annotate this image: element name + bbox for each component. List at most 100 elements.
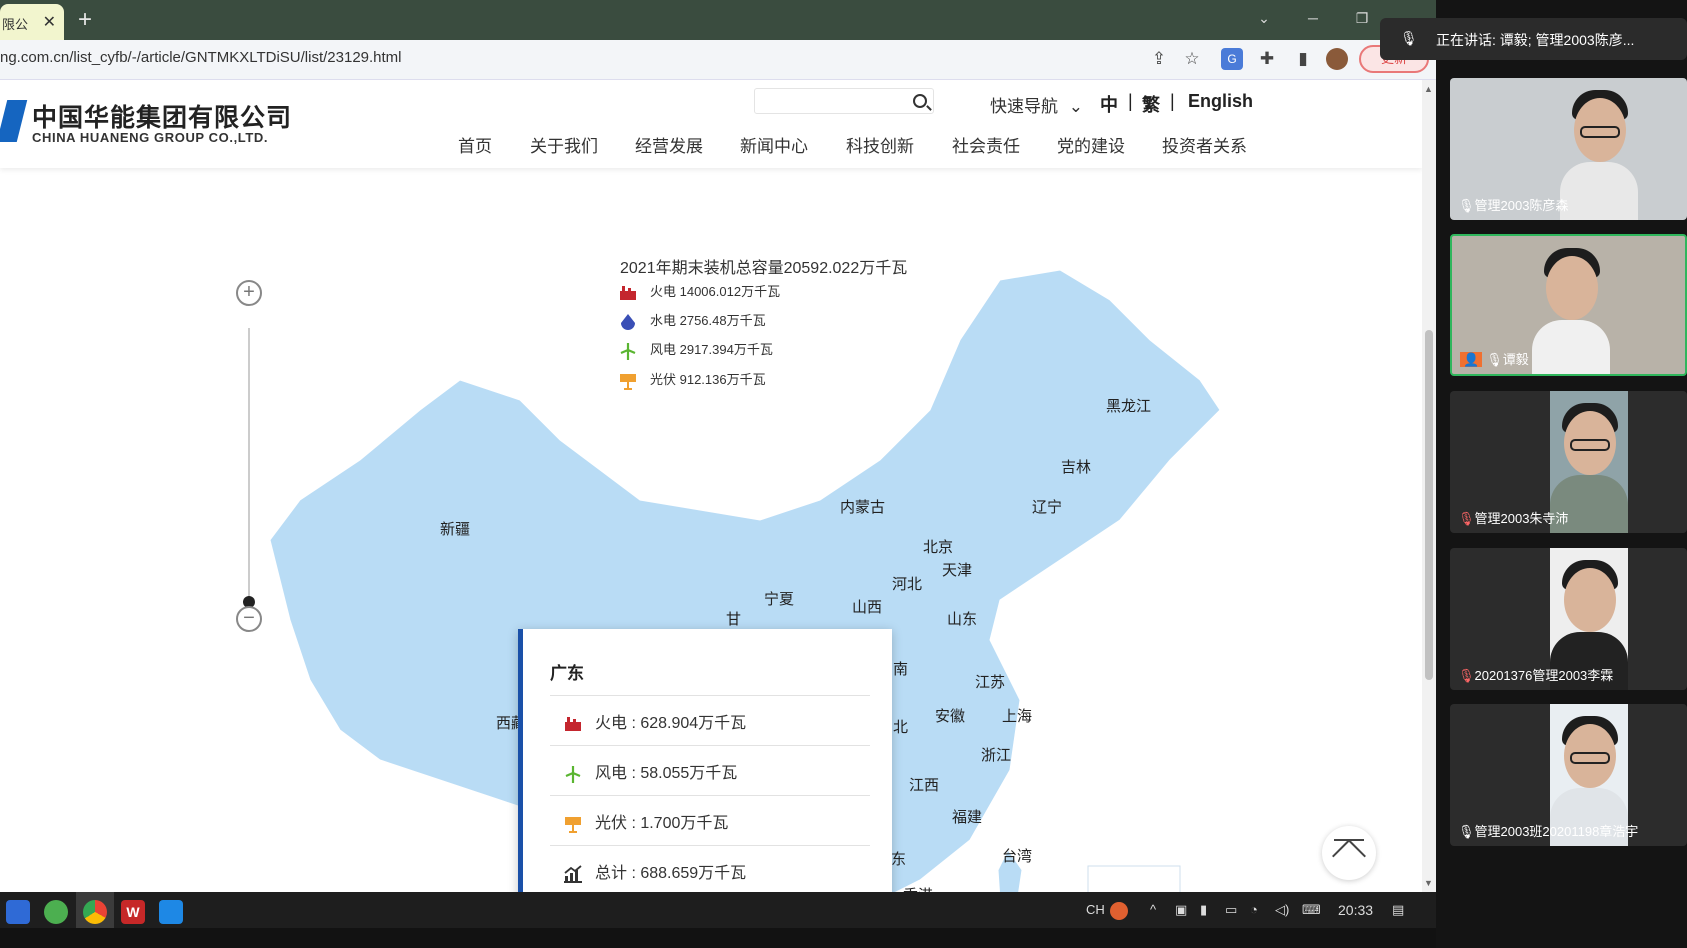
logo-english-name[interactable]: CHINA HUANENG GROUP CO.,LTD.	[32, 130, 268, 145]
tray-battery-icon[interactable]: ▭	[1225, 902, 1237, 918]
tab-title: 限公	[2, 17, 29, 32]
scroll-down-icon[interactable]: ▼	[1424, 878, 1433, 888]
taskbar-app-icon[interactable]	[6, 900, 30, 924]
thermal-power-icon	[618, 284, 638, 302]
province-label: 山东	[947, 611, 978, 628]
nav-about[interactable]: 关于我们	[530, 132, 598, 157]
hydro-power-icon	[618, 313, 638, 331]
province-label: 山西	[852, 599, 883, 616]
tray-network-icon[interactable]: ▣	[1175, 902, 1187, 918]
province-label: 甘	[726, 611, 742, 628]
restore-icon[interactable]: ❐	[1338, 0, 1386, 34]
nav-investors[interactable]: 投资者关系	[1162, 132, 1247, 157]
notification-icon[interactable]: ▤	[1392, 902, 1404, 918]
nav-party[interactable]: 党的建设	[1057, 132, 1125, 157]
participant-video-active[interactable]: 👤 🎙谭毅	[1450, 234, 1687, 376]
taskbar-app-icon[interactable]	[44, 900, 68, 924]
back-to-top-button[interactable]	[1322, 826, 1376, 880]
legend-label: 光伏 912.136万千瓦	[650, 372, 766, 387]
zoom-out-button[interactable]: −	[236, 606, 262, 632]
minimize-icon[interactable]: ─	[1289, 0, 1337, 34]
tray-volume-icon[interactable]: ◁)	[1275, 902, 1289, 918]
scroll-up-icon[interactable]: ▲	[1424, 84, 1433, 94]
browser-tab[interactable]: 限公 ✕	[0, 4, 64, 40]
nav-innovation[interactable]: 科技创新	[846, 132, 914, 157]
tab-search-icon[interactable]: ⌄	[1240, 0, 1288, 34]
province-label: 南	[893, 661, 909, 678]
lang-simplified-link[interactable]: 中	[1100, 91, 1118, 117]
zoom-slider-track[interactable]	[248, 328, 250, 600]
participant-video[interactable]: 🎙管理2003朱寺沛	[1450, 391, 1687, 533]
meeting-app-icon[interactable]	[159, 900, 183, 924]
nav-home[interactable]: 首页	[458, 132, 492, 157]
province-label: 内蒙古	[840, 499, 886, 516]
profile-avatar[interactable]	[1326, 48, 1348, 70]
solar-power-icon	[563, 815, 583, 833]
province-label: 东	[891, 851, 907, 868]
zoom-in-button[interactable]: +	[236, 280, 262, 306]
legend-hydro[interactable]: 水电 2756.48万千瓦	[618, 310, 766, 331]
page-scrollbar[interactable]: ▲ ▼	[1422, 80, 1436, 892]
province-label: 香港	[903, 884, 933, 892]
tooltip-row-label: 风电 : 58.055万千瓦	[595, 765, 738, 782]
province-label: 宁夏	[764, 591, 795, 608]
lang-traditional-link[interactable]: 繁	[1142, 91, 1160, 117]
province-tooltip: 广东 火电 : 628.904万千瓦 风电 : 58.055万千瓦 光伏 : 1…	[518, 629, 892, 892]
tray-expand-icon[interactable]: ^	[1150, 902, 1156, 917]
quick-nav-dropdown[interactable]: 快速导航 ⌄	[990, 92, 1083, 117]
bookmark-star-icon[interactable]: ☆	[1181, 48, 1203, 70]
tray-app-icon[interactable]	[1110, 902, 1128, 920]
new-tab-button[interactable]: +	[78, 6, 92, 34]
url-field[interactable]: ng.com.cn/list_cyfb/-/article/GNTMKXLTDi…	[0, 49, 402, 66]
mic-icon: 🎙	[1458, 198, 1475, 213]
province-label: 天津	[942, 562, 973, 579]
wps-icon[interactable]: W	[121, 900, 145, 924]
tooltip-row-thermal: 火电 : 628.904万千瓦	[563, 709, 746, 733]
tooltip-divider	[550, 695, 870, 696]
site-search-input[interactable]	[754, 88, 934, 114]
nav-business[interactable]: 经营发展	[635, 132, 703, 157]
tooltip-row-label: 光伏 : 1.700万千瓦	[595, 815, 729, 832]
lang-english-link[interactable]: English	[1188, 91, 1253, 112]
chart-icon	[563, 865, 583, 883]
participant-video[interactable]: 🎙管理2003陈彦森	[1450, 78, 1687, 220]
extensions-icon[interactable]: ✚	[1256, 48, 1278, 70]
total-capacity-title: 2021年期末装机总容量20592.022万千瓦	[620, 260, 908, 277]
participant-video[interactable]: 🎙20201376管理2003李霖	[1450, 548, 1687, 690]
ime-indicator[interactable]: CH	[1086, 902, 1105, 917]
legend-wind[interactable]: 风电 2917.394万千瓦	[618, 339, 773, 360]
tray-mic-icon[interactable]: ▮	[1200, 902, 1207, 918]
participant-video[interactable]: 🎙管理2003班20201198章浩宇	[1450, 704, 1687, 846]
tab-close-icon[interactable]: ✕	[43, 12, 56, 32]
mic-muted-icon: 🎙	[1458, 511, 1475, 526]
scrollbar-thumb[interactable]	[1425, 330, 1433, 680]
tooltip-divider	[550, 795, 870, 796]
lang-separator: |	[1170, 91, 1175, 111]
translate-icon[interactable]: G	[1221, 48, 1243, 70]
web-page: 中国华能集团有限公司 CHINA HUANENG GROUP CO.,LTD. …	[0, 80, 1422, 892]
mic-muted-icon: 🎙	[1458, 668, 1475, 683]
logo-chinese-name[interactable]: 中国华能集团有限公司	[32, 98, 292, 134]
nav-responsibility[interactable]: 社会责任	[952, 132, 1020, 157]
tooltip-row-wind: 风电 : 58.055万千瓦	[563, 759, 737, 783]
tooltip-row-solar: 光伏 : 1.700万千瓦	[563, 809, 728, 833]
chrome-icon[interactable]	[83, 900, 107, 924]
tray-wifi-icon[interactable]: ◔	[1250, 902, 1258, 917]
lang-separator: |	[1128, 91, 1133, 111]
nav-news[interactable]: 新闻中心	[740, 132, 808, 157]
huaneng-logo-icon[interactable]	[0, 100, 28, 142]
share-icon[interactable]: ⇪	[1148, 48, 1170, 70]
legend-solar[interactable]: 光伏 912.136万千瓦	[618, 369, 766, 390]
mic-icon: 🎙	[1458, 824, 1475, 839]
address-bar: ng.com.cn/list_cyfb/-/article/GNTMKXLTDi…	[0, 40, 1436, 80]
side-panel-icon[interactable]: ▮	[1292, 48, 1314, 70]
participant-name: 🎙管理2003班20201198章浩宇	[1458, 824, 1639, 839]
participant-name: 🎙管理2003陈彦森	[1458, 198, 1569, 213]
tray-keyboard-icon[interactable]: ⌨	[1302, 902, 1321, 918]
province-label: 北京	[923, 539, 954, 556]
participant-name: 🎙管理2003朱寺沛	[1458, 511, 1569, 526]
taskbar-clock[interactable]: 20:33	[1338, 902, 1373, 918]
legend-thermal[interactable]: 火电 14006.012万千瓦	[618, 281, 780, 302]
province-label: 江苏	[975, 674, 1006, 691]
search-icon[interactable]	[913, 94, 927, 108]
